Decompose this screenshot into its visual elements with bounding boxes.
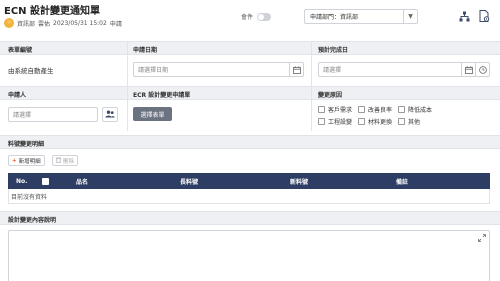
material-section-label: 料號變更明細 bbox=[8, 141, 45, 148]
form-no-value: 由系統自動產生 bbox=[8, 67, 54, 75]
calendar-icon[interactable] bbox=[461, 63, 475, 76]
page-header: ECN 設計變更通知單 資訊部 雲佑 2023/05/31 15:02 申請 會… bbox=[0, 0, 500, 34]
page-title: ECN 設計變更通知單 bbox=[4, 6, 101, 17]
avatar bbox=[4, 18, 14, 28]
org-chart-icon[interactable] bbox=[458, 10, 470, 22]
status-text: 申請 bbox=[109, 20, 122, 28]
delete-button[interactable]: 刪除 bbox=[52, 155, 79, 166]
description-section-label: 設計變更內容說明 bbox=[8, 217, 57, 224]
dept-select[interactable]: 申請部門：資訊部 ▼ bbox=[304, 9, 418, 24]
applicant-label: 申請人 bbox=[8, 92, 27, 99]
reason-checkbox[interactable] bbox=[398, 106, 406, 113]
due-date-placeholder: 請選擇 bbox=[323, 67, 342, 74]
users-icon bbox=[105, 110, 115, 120]
chevron-down-icon: ▼ bbox=[403, 10, 417, 23]
add-detail-label: 新增明細 bbox=[18, 158, 41, 165]
reason-row-1: 客戶需求 改善良率 降低成本 bbox=[318, 105, 438, 114]
reason-checkbox[interactable] bbox=[358, 118, 366, 125]
reason-checkbox[interactable] bbox=[398, 118, 406, 125]
plus-icon: + bbox=[12, 157, 17, 164]
row2-label-band bbox=[0, 86, 500, 100]
calendar-icon[interactable] bbox=[289, 63, 303, 76]
select-all-checkbox[interactable] bbox=[42, 177, 49, 185]
applicant-input[interactable]: 請選擇 bbox=[8, 107, 98, 122]
reason-checkbox[interactable] bbox=[318, 106, 325, 113]
applicant-meta: 資訊部 雲佑 2023/05/31 15:02 申請 bbox=[4, 17, 125, 29]
col-no: No. bbox=[16, 177, 28, 185]
col-old-part: 長料號 bbox=[180, 178, 199, 186]
form-no-label: 表單編號 bbox=[8, 47, 33, 54]
countersign-toggle[interactable] bbox=[257, 12, 272, 21]
reason-label-item: 降低成本 bbox=[408, 107, 433, 114]
select-all-checkbox-cell[interactable] bbox=[42, 173, 49, 189]
due-date-input[interactable]: 請選擇 bbox=[318, 62, 490, 77]
reason-label-item: 工程設變 bbox=[328, 119, 353, 126]
add-detail-button[interactable]: + 新增明細 bbox=[8, 155, 45, 166]
description-textarea[interactable] bbox=[8, 230, 490, 281]
material-table-header: No. 品名 長料號 新料號 備註 bbox=[8, 173, 490, 189]
expand-icon[interactable] bbox=[478, 234, 486, 242]
reason-checkbox[interactable] bbox=[318, 118, 325, 125]
col-new-part: 新料號 bbox=[290, 178, 309, 186]
apply-date-input[interactable]: 請選擇日期 bbox=[133, 62, 304, 77]
select-user-button[interactable] bbox=[102, 107, 118, 122]
reason-label-item: 其他 bbox=[408, 119, 421, 126]
apply-date-placeholder: 請選擇日期 bbox=[138, 67, 169, 74]
ecr-label: ECR 設計變更申請單 bbox=[133, 92, 191, 99]
trash-icon bbox=[56, 157, 61, 165]
applicant-placeholder: 請選擇 bbox=[13, 112, 32, 119]
row1-label-band bbox=[0, 41, 500, 55]
clock-icon[interactable] bbox=[475, 63, 489, 76]
due-date-label: 預計完成日 bbox=[318, 47, 349, 54]
applicant-dept: 資訊部 bbox=[17, 20, 36, 28]
dept-select-value: 申請部門：資訊部 bbox=[310, 14, 359, 21]
divider bbox=[127, 41, 128, 86]
reason-row-2: 工程設變 材料更換 其他 bbox=[318, 117, 426, 126]
reason-label: 變更原因 bbox=[318, 92, 343, 99]
description-label-band bbox=[0, 211, 500, 225]
reason-checkbox[interactable] bbox=[358, 106, 366, 113]
reason-label-item: 材料更換 bbox=[368, 119, 393, 126]
applicant-name: 雲佑 bbox=[38, 20, 51, 28]
document-settings-icon[interactable] bbox=[478, 10, 490, 22]
select-form-button[interactable]: 選擇表單 bbox=[133, 107, 172, 121]
material-label-band bbox=[0, 135, 500, 149]
divider bbox=[311, 41, 312, 86]
divider bbox=[127, 86, 128, 131]
col-remark: 備註 bbox=[396, 178, 409, 186]
countersign-toggle-group: 會件 bbox=[241, 12, 272, 21]
toggle-label: 會件 bbox=[241, 14, 254, 21]
apply-date-label: 申請日期 bbox=[133, 47, 158, 54]
delete-label: 刪除 bbox=[63, 158, 75, 165]
table-empty-row: 目前沒有資料 bbox=[8, 189, 490, 204]
col-product-name: 品名 bbox=[76, 178, 89, 186]
divider bbox=[311, 86, 312, 131]
reason-label-item: 改善良率 bbox=[368, 107, 393, 114]
timestamp: 2023/05/31 15:02 bbox=[53, 19, 107, 27]
reason-label-item: 客戶需求 bbox=[328, 107, 353, 114]
